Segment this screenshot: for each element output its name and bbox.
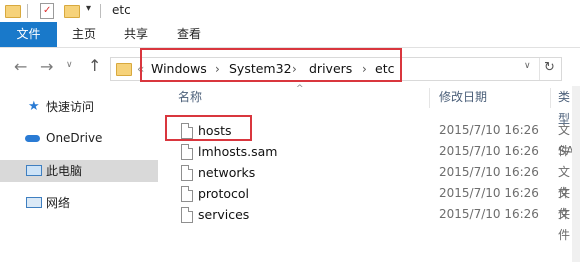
up-arrow-icon[interactable]: ↑: [88, 58, 101, 74]
divider: [550, 88, 551, 108]
file-date: 2015/7/10 16:26: [439, 144, 539, 158]
network-icon: [26, 197, 42, 208]
sort-ascending-icon: ^: [296, 84, 304, 94]
divider: [100, 4, 101, 18]
file-date: 2015/7/10 16:26: [439, 165, 539, 179]
sidebar-item-label: 快速访问: [46, 100, 95, 114]
column-header-name[interactable]: 名称: [178, 86, 202, 108]
file-name: networks: [198, 165, 256, 180]
divider: [27, 4, 28, 18]
back-arrow-icon[interactable]: ←: [14, 59, 27, 75]
file-date: 2015/7/10 16:26: [439, 207, 539, 221]
tab-share[interactable]: 共享: [124, 22, 148, 47]
quick-access-dropdown-icon[interactable]: ▾: [86, 3, 91, 14]
tab-view[interactable]: 查看: [177, 22, 201, 47]
tab-home[interactable]: 主页: [72, 22, 96, 47]
computer-icon: [26, 165, 42, 176]
star-icon: ★: [28, 99, 40, 114]
file-row-networks[interactable]: networks 2015/7/10 16:26 文件: [160, 162, 580, 200]
window-title: etc: [112, 3, 131, 17]
file-icon: [181, 144, 193, 160]
navigation-pane: ★ 快速访问 OneDrive 此电脑 网络: [0, 86, 160, 262]
file-name: lmhosts.sam: [198, 144, 278, 159]
file-name: services: [198, 207, 250, 222]
column-header-date[interactable]: 修改日期: [439, 86, 487, 108]
file-row-lmhosts[interactable]: lmhosts.sam 2015/7/10 16:26 SAM: [160, 141, 580, 162]
cloud-icon: [25, 135, 40, 142]
new-folder-icon[interactable]: [64, 5, 80, 18]
sidebar-item-label: 网络: [46, 196, 71, 210]
file-row-protocol[interactable]: protocol 2015/7/10 16:26 文件: [160, 183, 580, 221]
file-date: 2015/7/10 16:26: [439, 123, 539, 137]
properties-icon[interactable]: ✓: [40, 3, 54, 19]
highlight-box-hosts: [165, 115, 252, 141]
file-name: protocol: [198, 186, 249, 201]
tab-file[interactable]: 文件: [0, 22, 57, 47]
sidebar-item-network[interactable]: 网络: [0, 192, 158, 214]
file-icon: [181, 207, 193, 223]
file-icon: [181, 186, 193, 202]
navigation-bar: ← → ∨ ↑ « Windows › System32 › drivers ›…: [0, 48, 580, 86]
sidebar-item-label: 此电脑: [46, 164, 83, 178]
sidebar-item-label: OneDrive: [46, 131, 103, 145]
highlight-box-path: [140, 48, 402, 82]
divider: [429, 88, 430, 108]
file-row-services[interactable]: services 2015/7/10 16:26 文件: [160, 204, 580, 242]
folder-icon: [5, 5, 21, 18]
ribbon-tabs: 文件 主页 共享 查看: [0, 22, 580, 48]
folder-icon: [116, 63, 132, 76]
address-dropdown-icon[interactable]: ∨: [524, 61, 531, 71]
refresh-icon[interactable]: ↻: [544, 60, 555, 75]
sidebar-item-onedrive[interactable]: OneDrive: [0, 127, 158, 149]
title-bar: ✓ ▾ etc: [0, 0, 580, 22]
file-date: 2015/7/10 16:26: [439, 186, 539, 200]
recent-locations-icon[interactable]: ∨: [66, 60, 73, 70]
file-list: ^ 名称 修改日期 类型 hosts 2015/7/10 16:26 文件 lm…: [160, 84, 580, 262]
file-icon: [181, 165, 193, 181]
sidebar-item-quick-access[interactable]: ★ 快速访问: [0, 96, 158, 118]
forward-arrow-icon[interactable]: →: [40, 59, 53, 75]
sidebar-item-this-pc[interactable]: 此电脑: [0, 160, 158, 182]
divider: [539, 58, 540, 80]
vertical-scrollbar[interactable]: [572, 86, 580, 262]
